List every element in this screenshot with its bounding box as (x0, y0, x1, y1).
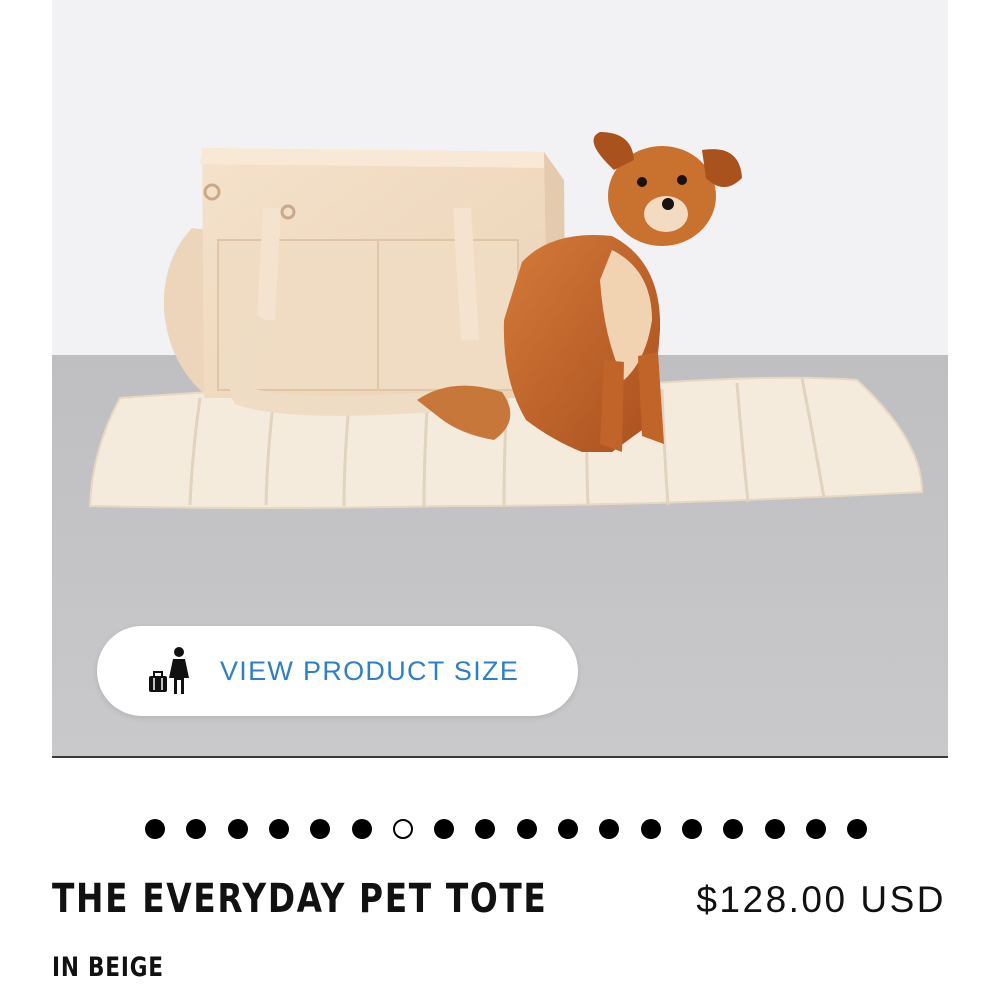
carousel-dot[interactable] (268, 819, 289, 839)
product-page: VIEW PRODUCT SIZE THE EVERYDAY PET TOTE … (0, 0, 1000, 1000)
carousel-dot[interactable] (640, 819, 661, 839)
product-price: $128.00 USD (696, 879, 946, 920)
carousel-dot[interactable] (475, 819, 496, 839)
carousel-dot[interactable] (516, 819, 537, 839)
carousel-dot[interactable] (227, 819, 248, 839)
carousel-dot[interactable] (599, 819, 620, 839)
carousel-dot[interactable] (310, 819, 331, 839)
view-product-size-button[interactable]: VIEW PRODUCT SIZE (97, 626, 578, 716)
carousel-dot[interactable] (723, 819, 744, 839)
carousel-dot-active[interactable] (392, 819, 413, 839)
carousel-dot[interactable] (847, 819, 868, 839)
carousel-dot[interactable] (145, 819, 165, 839)
carousel-dot[interactable] (558, 819, 578, 839)
view-product-size-label: VIEW PRODUCT SIZE (220, 656, 520, 686)
carousel-dot[interactable] (434, 819, 455, 839)
carousel-dot[interactable] (764, 819, 785, 839)
carousel-pagination (0, 819, 1000, 839)
image-divider (52, 756, 948, 758)
carousel-dot[interactable] (186, 819, 207, 839)
product-variant: IN BEIGE (52, 952, 164, 983)
person-with-luggage-icon (149, 647, 189, 694)
product-title: THE EVERYDAY PET TOTE (52, 876, 548, 922)
carousel-dot[interactable] (351, 819, 372, 839)
carousel-dot[interactable] (681, 819, 702, 839)
carousel-dot[interactable] (805, 819, 826, 839)
